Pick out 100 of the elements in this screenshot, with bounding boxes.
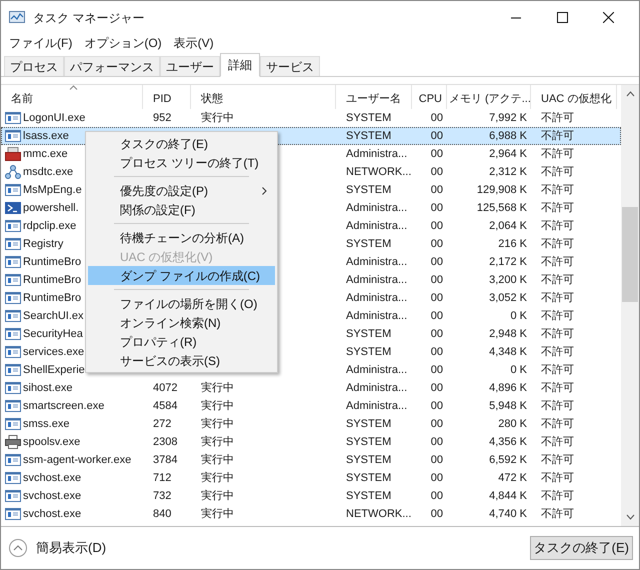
table-cell: 00: [430, 291, 443, 305]
table-cell: 2,948 K: [489, 327, 527, 341]
table-cell: 4584: [153, 399, 178, 413]
menu-item[interactable]: 関係の設定(F): [88, 200, 275, 219]
table-cell: NETWORK...: [346, 507, 412, 521]
column-header[interactable]: メモリ (アクテ...: [447, 85, 531, 109]
column-header[interactable]: UAC の仮想化: [531, 85, 617, 109]
table-cell: 0 K: [510, 309, 527, 323]
application-icon: [5, 237, 21, 251]
table-cell: SYSTEM: [346, 183, 392, 197]
table-cell: 4,348 K: [489, 345, 527, 359]
table-cell: 00: [430, 237, 443, 251]
end-task-button[interactable]: タスクの終了(E): [530, 536, 633, 560]
application-icon: [5, 309, 21, 323]
process-name: spoolsv.exe: [23, 435, 80, 449]
table-cell: Administra...: [346, 291, 408, 305]
column-header[interactable]: 状態: [191, 85, 336, 109]
table-cell: 不許可: [541, 489, 574, 503]
table-cell: 実行中: [201, 435, 234, 449]
table-cell: 00: [430, 489, 443, 503]
table-cell: Administra...: [346, 147, 408, 161]
menu-item[interactable]: プロセス ツリーの終了(T): [88, 153, 275, 172]
table-cell: 実行中: [201, 507, 234, 521]
network-icon: [5, 165, 21, 179]
table-cell: SYSTEM: [346, 453, 392, 467]
table-cell: 129,908 K: [476, 183, 527, 197]
process-name: Registry: [23, 237, 64, 251]
table-cell: 不許可: [541, 327, 574, 341]
table-cell: 00: [430, 363, 443, 377]
application-icon: [5, 273, 21, 287]
application-icon: [5, 345, 21, 359]
table-cell: Administra...: [346, 219, 408, 233]
application-icon: [5, 255, 21, 269]
menu-item[interactable]: オンライン検索(N): [88, 313, 275, 332]
table-cell: Administra...: [346, 381, 408, 395]
table-cell: 3784: [153, 453, 178, 467]
column-header[interactable]: 名前: [1, 85, 143, 109]
table-cell: 952: [153, 111, 172, 125]
table-cell: 00: [430, 111, 443, 125]
process-name: SearchUI.ex: [23, 309, 84, 323]
table-cell: 2308: [153, 435, 178, 449]
tab[interactable]: サービス: [260, 56, 320, 76]
table-cell: 実行中: [201, 417, 234, 431]
process-name: sihost.exe: [23, 381, 73, 395]
table-cell: SYSTEM: [346, 417, 392, 431]
table-cell: Administra...: [346, 399, 408, 413]
process-name: RuntimeBro: [23, 255, 82, 269]
table-cell: 4,356 K: [489, 435, 527, 449]
column-header[interactable]: PID: [143, 85, 191, 109]
table-cell: 00: [430, 471, 443, 485]
menu-item[interactable]: 表示(V): [174, 34, 214, 52]
table-cell: Administra...: [346, 309, 408, 323]
process-name: rdpclip.exe: [23, 219, 76, 233]
menu-item[interactable]: 優先度の設定(P): [88, 181, 275, 200]
table-cell: 不許可: [541, 345, 574, 359]
application-icon: [5, 471, 21, 485]
table-cell: 00: [430, 201, 443, 215]
process-name: mmc.exe: [23, 147, 68, 161]
application-icon: [5, 363, 21, 377]
menu-item[interactable]: プロパティ(R): [88, 332, 275, 351]
tab[interactable]: プロセス: [4, 56, 64, 76]
table-cell: 4,740 K: [489, 507, 527, 521]
table-cell: 不許可: [541, 201, 574, 215]
collapse-icon[interactable]: [9, 539, 27, 557]
process-name: SecurityHea: [23, 327, 83, 341]
menu-item[interactable]: ファイル(F): [9, 34, 72, 52]
menu-item[interactable]: サービスの表示(S): [88, 351, 275, 370]
process-name: LogonUI.exe: [23, 111, 86, 125]
table-cell: 不許可: [541, 183, 574, 197]
table-cell: 不許可: [541, 129, 574, 143]
tab[interactable]: ユーザー: [160, 56, 220, 76]
tab[interactable]: パフォーマンス: [64, 56, 160, 76]
table-cell: 実行中: [201, 399, 234, 413]
menu-item[interactable]: ダンプ ファイルの作成(C): [88, 266, 275, 285]
table-cell: 272: [153, 417, 172, 431]
table-cell: 実行中: [201, 471, 234, 485]
table-cell: Administra...: [346, 255, 408, 269]
fewer-details-link[interactable]: 簡易表示(D): [36, 538, 106, 558]
application-icon: [5, 453, 21, 467]
table-cell: 不許可: [541, 363, 574, 377]
column-header[interactable]: ユーザー名: [336, 85, 412, 109]
tab[interactable]: 詳細: [220, 53, 260, 77]
column-header[interactable]: CPU: [412, 85, 447, 109]
table-cell: 5,948 K: [489, 399, 527, 413]
scrollbar-thumb[interactable]: [622, 207, 638, 302]
table-cell: 不許可: [541, 255, 574, 269]
table-cell: 不許可: [541, 453, 574, 467]
menu-item[interactable]: オプション(O): [84, 34, 162, 52]
task-manager-icon: [9, 10, 25, 24]
process-name: svchost.exe: [23, 471, 82, 485]
table-cell: 3,052 K: [489, 291, 527, 305]
menu-item[interactable]: 待機チェーンの分析(A): [88, 228, 275, 247]
table-cell: 4,844 K: [489, 489, 527, 503]
menu-item[interactable]: ファイルの場所を開く(O): [88, 294, 275, 313]
table-cell: 不許可: [541, 399, 574, 413]
table-cell: 712: [153, 471, 172, 485]
table-cell: 実行中: [201, 453, 234, 467]
process-name: services.exe: [23, 345, 84, 359]
table-cell: 3,200 K: [489, 273, 527, 287]
application-icon: [5, 507, 21, 521]
